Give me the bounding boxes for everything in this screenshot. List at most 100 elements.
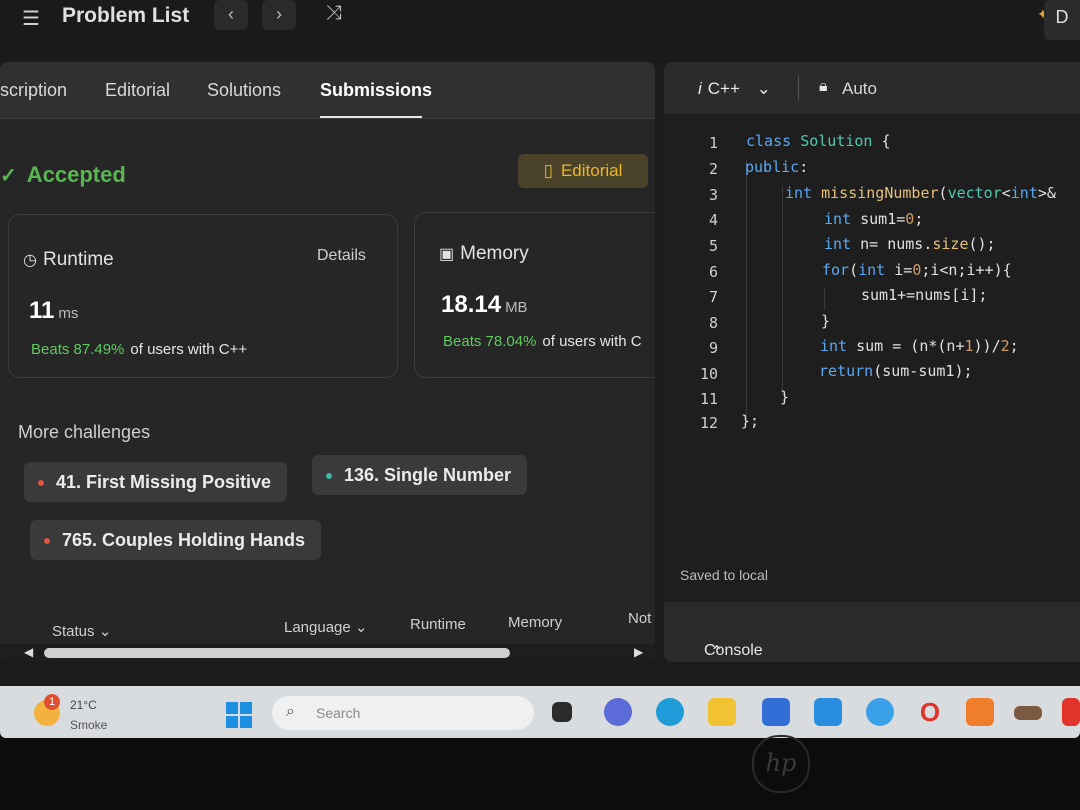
screen: ☰ Problem List ‹ › ⤨ ✦ D scription Edito…: [0, 0, 1080, 690]
scrollbar-thumb[interactable]: [44, 648, 510, 658]
code-line-6: for(int i=0;i<n;i++){: [822, 261, 1012, 279]
tab-submissions[interactable]: Submissions: [320, 80, 432, 101]
scroll-right-icon[interactable]: ▶: [634, 645, 643, 659]
weather-temperature: 21°C: [70, 698, 97, 712]
editorial-button[interactable]: ▯ Editorial: [518, 154, 648, 188]
line-number: 4: [708, 211, 718, 229]
code-line-5: int n= nums.size();: [824, 235, 996, 253]
hp-logo: hp: [752, 735, 810, 793]
editorial-button-label: Editorial: [560, 161, 623, 180]
list-icon[interactable]: ☰: [22, 6, 46, 30]
shuffle-icon[interactable]: ⤨: [326, 2, 342, 25]
submission-status: ✓ Accepted: [0, 162, 126, 188]
code-line-8: }: [821, 312, 831, 330]
memory-column-header[interactable]: Memory: [508, 614, 562, 631]
search-placeholder: Search: [316, 705, 361, 721]
memory-card[interactable]: ▣ Memory 18.14 MB Beats 78.04% of users wit…: [414, 212, 655, 378]
runtime-card[interactable]: ◷ Runtime Details 11 ms Beats 87.49% of use…: [8, 214, 398, 378]
line-number: 7: [708, 288, 718, 306]
language-selector[interactable]: i C++ ⌄: [698, 79, 771, 99]
file-explorer-icon[interactable]: [708, 698, 736, 726]
windows-taskbar: 1 21°C Smoke ⌕ Search O: [0, 686, 1080, 738]
difficulty-dot: [38, 480, 44, 487]
chevron-down-icon: ⌄: [98, 623, 112, 640]
horizontal-scrollbar[interactable]: ◀ ▶: [0, 644, 655, 662]
difficulty-dot: [326, 473, 332, 480]
description-panel: scription Editorial Solutions Submission…: [0, 62, 655, 662]
chevron-up-icon: ⌃: [710, 644, 724, 661]
help-icon[interactable]: [866, 698, 894, 726]
notes-column-header[interactable]: Not: [628, 610, 651, 627]
clock-icon: ◷: [23, 252, 37, 269]
memory-value: 18.14 MB: [441, 291, 528, 318]
scroll-left-icon[interactable]: ◀: [24, 645, 33, 659]
difficulty-dot: [44, 538, 50, 545]
opera-icon[interactable]: O: [916, 698, 944, 726]
code-line-9: int sum = (n*(n+1))/2;: [820, 337, 1019, 355]
code-line-3: int missingNumber(vector<int>&: [785, 184, 1056, 202]
status-column-header[interactable]: Status ⌄: [52, 622, 111, 640]
more-challenges-title: More challenges: [18, 422, 151, 442]
code-line-7: sum1+=nums[i];: [861, 286, 988, 304]
search-icon: ⌕: [286, 703, 295, 720]
next-problem-button[interactable]: ›: [262, 0, 296, 30]
memory-title: ▣ Memory: [439, 243, 529, 264]
runtime-value: 11 ms: [29, 297, 79, 324]
code-line-10: return(sum-sum1);: [819, 362, 973, 380]
language-column-header[interactable]: Language ⌄: [284, 618, 368, 636]
line-number: 5: [708, 237, 718, 255]
toolbar-divider: [798, 76, 799, 100]
challenge-chip[interactable]: 41. First Missing Positive: [24, 462, 288, 502]
saved-status: Saved to local: [680, 567, 768, 583]
code-line-1: class Solution {: [746, 132, 891, 150]
line-number: 2: [708, 160, 718, 178]
line-number: 10: [699, 365, 718, 383]
accepted-label: Accepted: [26, 162, 126, 187]
line-number: 6: [708, 263, 718, 281]
line-number: 3: [708, 186, 718, 204]
challenge-chip[interactable]: 136. Single Number: [312, 455, 528, 495]
top-right-button[interactable]: D: [1044, 0, 1080, 40]
indent-guide: [824, 288, 825, 310]
problem-list-link[interactable]: Problem List: [62, 4, 189, 28]
details-link[interactable]: Details: [317, 247, 366, 265]
tab-solutions[interactable]: Solutions: [207, 80, 281, 101]
indent-guide: [782, 186, 783, 396]
runtime-column-header[interactable]: Runtime: [410, 616, 466, 633]
notification-badge: 1: [44, 694, 60, 710]
xampp-icon[interactable]: [966, 698, 994, 726]
console-bar[interactable]: Console ⌃: [664, 602, 1080, 662]
chevron-down-icon: ⌄: [756, 79, 771, 98]
code-line-11: }: [780, 388, 790, 406]
media-icon[interactable]: [1014, 706, 1042, 720]
pdf-icon[interactable]: [1062, 698, 1080, 726]
panel-tabs: scription Editorial Solutions Submission…: [0, 62, 655, 119]
tab-description[interactable]: scription: [0, 80, 67, 101]
prev-problem-button[interactable]: ‹: [214, 0, 248, 30]
check-circle-icon: ✓: [0, 165, 17, 187]
editor-toolbar: i C++ ⌄ 🔒︎ Auto: [664, 62, 1080, 114]
app-icon[interactable]: [814, 698, 842, 726]
top-bar: ☰ Problem List ‹ › ⤨ ✦ D: [0, 0, 1080, 58]
auto-mode-label[interactable]: Auto: [842, 79, 877, 99]
line-number: 9: [708, 339, 718, 357]
chevron-down-icon: ⌄: [354, 619, 368, 636]
memory-beats: Beats 78.04% of users with C: [443, 333, 642, 350]
chat-icon[interactable]: [604, 698, 632, 726]
line-number: 11: [699, 390, 718, 408]
store-icon[interactable]: [762, 698, 790, 726]
edge-icon[interactable]: [656, 698, 684, 726]
runtime-title: ◷ Runtime: [23, 249, 114, 270]
weather-description: Smoke: [70, 718, 108, 732]
taskbar-search[interactable]: ⌕ Search: [272, 696, 534, 730]
task-view-icon[interactable]: [552, 702, 572, 722]
line-number: 12: [699, 414, 718, 432]
active-tab-indicator: [320, 116, 422, 118]
code-line-4: int sum1=0;: [824, 210, 924, 228]
code-line-12: };: [741, 412, 760, 430]
chip-icon: ▣: [439, 246, 455, 263]
challenge-chip[interactable]: 765. Couples Holding Hands: [30, 520, 322, 560]
code-line-2: public:: [745, 158, 809, 176]
tab-editorial[interactable]: Editorial: [105, 80, 170, 101]
windows-start-icon[interactable]: [226, 702, 252, 728]
